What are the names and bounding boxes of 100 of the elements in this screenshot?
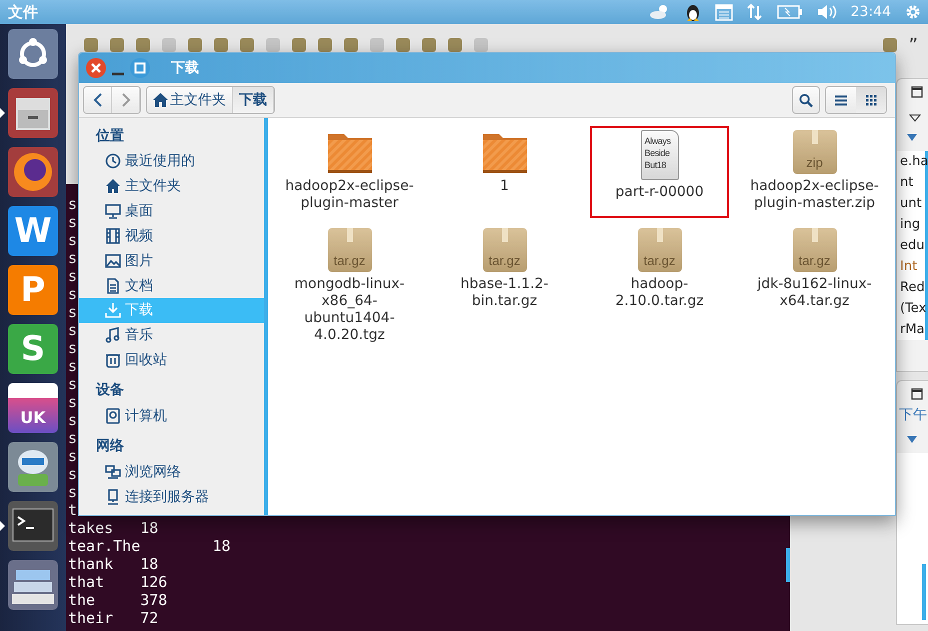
list-view-button[interactable] [826,87,856,113]
terminal-text: s [68,303,78,321]
toolbar-icon[interactable] [136,38,150,52]
sidebar-item[interactable]: 文档 [79,273,264,298]
toolbar-icon[interactable] [448,38,462,52]
sidebar-item[interactable]: 最近使用的 [79,149,264,174]
transfer-arrows-icon[interactable] [746,3,764,21]
store-bag-icon[interactable]: UK [8,383,58,433]
file-name[interactable]: hadoop-2.10.0.tar.gz [592,276,727,310]
film-icon [105,228,121,244]
sidebar-item[interactable]: 浏览网络 [79,459,264,484]
file-name[interactable]: 1 [437,178,572,195]
outline-item[interactable]: nt [897,172,925,193]
file-name[interactable]: hadoop2x-eclipse-plugin-master.zip [747,178,882,212]
file-type-label: tar.gz [334,253,366,268]
file-name[interactable]: jdk-8u162-linux-x64.tar.gz [747,276,882,310]
preview-text: Beside [644,147,671,159]
terminal-text: s [68,429,78,447]
stacked-windows-icon[interactable] [8,560,58,610]
outline-item[interactable]: ing [897,214,925,235]
toolbar-icon[interactable] [474,38,488,52]
terminal-text: tear.The [68,537,142,555]
outline-item[interactable]: Red [897,277,925,298]
terminal-text: s [68,357,78,375]
outline-item[interactable]: Int [897,256,925,277]
toolbar-icon[interactable] [882,38,897,52]
settings-icon[interactable] [904,3,922,21]
file-name[interactable]: hadoop2x-eclipse-plugin-master [282,178,417,212]
sidebar-item[interactable]: 音乐 [79,322,264,348]
calendar-icon[interactable] [714,3,733,21]
preview-text: But18 [644,159,668,171]
toolbar-icon[interactable] [84,38,98,52]
file-type-label: tar.gz [488,253,520,268]
terminal-text: s [68,231,78,249]
grid-view-button[interactable] [856,87,886,113]
toolbar-icon[interactable] [318,38,332,52]
terminal-text: that [68,573,106,591]
sidebar-item[interactable]: 计算机 [79,403,264,428]
terminal-text: s [68,447,78,465]
sidebar-item[interactable]: 桌面 [79,198,264,224]
text-file-icon[interactable]: Always Beside But18 [640,130,678,180]
panel-label: 下午 [899,406,927,424]
terminal-text: t [68,501,78,519]
app-logo-icon[interactable]: W [8,206,58,256]
breadcrumb-button[interactable]: 下载 [233,87,274,113]
file-name[interactable]: mongodb-linux-x86_64-ubuntu1404-4.0.20.tgz [282,276,417,344]
toolbar-icon[interactable] [292,38,306,52]
home-icon [153,93,168,107]
preview-text: Always [644,135,672,147]
outline-item[interactable]: unt [897,193,925,214]
search-icon [799,92,813,108]
toolbar-icon[interactable] [266,38,280,52]
sidebar-item[interactable]: 连接到服务器 [79,484,264,509]
toolbar-icon[interactable] [344,38,358,52]
back-button[interactable] [84,87,112,113]
battery-icon[interactable] [776,5,803,19]
toolbar-icon[interactable] [396,38,410,52]
terminal-icon[interactable] [8,501,58,551]
ubuntu-logo-icon[interactable] [8,29,58,79]
maximize-icon[interactable] [911,86,923,98]
toolbar-icon[interactable] [240,38,254,52]
chevron-right-icon [120,93,130,107]
toolbar-overflow[interactable]: ” [908,34,918,56]
file-name[interactable]: hbase-1.1.2-bin.tar.gz [437,276,572,310]
terminal-text: s [68,321,78,339]
search-button[interactable] [792,86,820,114]
forward-button[interactable] [112,87,140,113]
close-icon[interactable] [85,57,107,79]
terminal-text: 18 [212,537,231,555]
sidebar-heading: 设备 [94,381,125,400]
scrollbar[interactable] [922,564,926,620]
grid-icon [866,94,876,106]
file-name[interactable]: part-r-00000 [592,184,727,201]
terminal-text: s [68,267,78,285]
dropdown-icon[interactable] [909,114,921,122]
sidebar-item[interactable]: 图片 [79,248,264,274]
sidebar-item[interactable]: 视频 [79,223,264,248]
terminal-text: 18 [140,555,158,573]
robot-icon[interactable] [8,442,58,492]
terminal-text: s [68,393,78,411]
terminal-text: the [68,591,96,609]
sidebar-item[interactable]: 回收站 [79,348,264,372]
volume-icon[interactable] [816,4,838,20]
toolbar-icon[interactable] [162,38,176,52]
toolbar-icon[interactable] [370,38,384,52]
toolbar-icon[interactable] [110,38,124,52]
sidebar-item[interactable]: 主文件夹 [79,174,264,199]
sidebar-heading: 网络 [95,437,125,456]
maximize-icon[interactable] [911,388,923,400]
terminal-text: 126 [140,573,168,591]
file-cabinet-icon[interactable] [8,88,58,138]
outline-item[interactable]: edu [897,235,925,256]
fox-globe-icon[interactable] [8,147,58,197]
toolbar-icon[interactable] [214,38,228,52]
toolbar-icon[interactable] [188,38,202,52]
scrollbar[interactable] [786,548,790,582]
breadcrumb-button[interactable]: 主文件夹 [147,87,233,113]
outline-item[interactable]: rMa [897,319,925,340]
file-type-label: tar.gz [798,253,830,268]
toolbar-icon[interactable] [422,38,436,52]
